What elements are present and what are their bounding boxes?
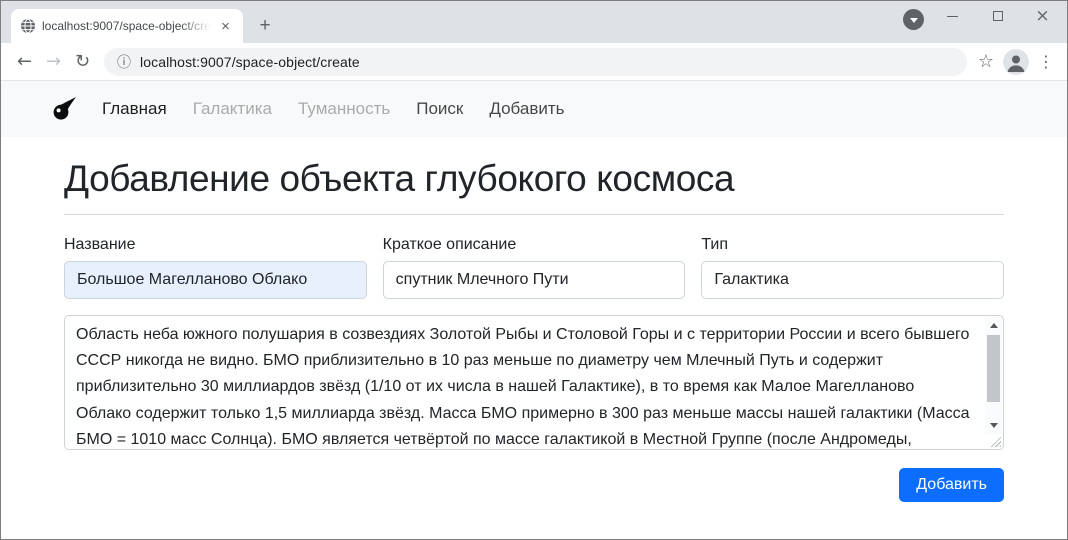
field-name: Название bbox=[64, 236, 367, 299]
scroll-up-button[interactable] bbox=[985, 318, 1002, 333]
browser-window: localhost:9007/space-object/crea × + × ←… bbox=[0, 0, 1068, 540]
page-title: Добавление объекта глубокого космоса bbox=[64, 158, 1004, 200]
tab-close-icon[interactable]: × bbox=[217, 18, 234, 35]
comet-logo-icon[interactable] bbox=[51, 95, 79, 123]
short-description-input[interactable] bbox=[383, 261, 686, 299]
minimize-icon bbox=[947, 16, 958, 17]
browser-update-icon[interactable] bbox=[903, 9, 924, 30]
field-short-description: Краткое описание bbox=[383, 236, 686, 299]
divider bbox=[64, 214, 1004, 215]
reload-button[interactable]: ↻ bbox=[68, 51, 97, 72]
minimize-button[interactable] bbox=[930, 1, 975, 31]
address-bar: ← → ↻ ⓘ localhost:9007/space-object/crea… bbox=[1, 43, 1067, 81]
type-label: Тип bbox=[701, 236, 1004, 254]
back-button[interactable]: ← bbox=[10, 51, 39, 72]
bookmark-star-icon[interactable]: ☆ bbox=[978, 51, 994, 72]
url-text: localhost:9007/space-object/create bbox=[140, 54, 360, 70]
info-icon[interactable]: ⓘ bbox=[117, 52, 131, 72]
browser-tab[interactable]: localhost:9007/space-object/crea × bbox=[11, 9, 243, 43]
submit-button[interactable]: Добавить bbox=[899, 468, 1004, 502]
window-controls: × bbox=[930, 1, 1065, 31]
description-textarea[interactable]: Область неба южного полушария в созвезди… bbox=[65, 316, 1003, 449]
nav-link-nebula[interactable]: Туманность bbox=[285, 99, 403, 119]
description-textarea-wrap: Область неба южного полушария в созвезди… bbox=[64, 315, 1004, 450]
scrollbar-thumb[interactable] bbox=[987, 335, 1000, 402]
textarea-scrollbar[interactable] bbox=[985, 317, 1002, 434]
maximize-icon bbox=[993, 11, 1003, 21]
triangle-up-icon bbox=[990, 323, 998, 328]
name-label: Название bbox=[64, 236, 367, 254]
browser-menu-icon[interactable]: ⋮ bbox=[1038, 52, 1054, 71]
nav-link-galaxy[interactable]: Галактика bbox=[180, 99, 285, 119]
profile-avatar[interactable] bbox=[1003, 49, 1029, 75]
type-input[interactable] bbox=[701, 261, 1004, 299]
tab-title: localhost:9007/space-object/crea bbox=[42, 19, 211, 33]
name-input[interactable] bbox=[64, 261, 367, 299]
form-actions: Добавить bbox=[64, 468, 1004, 502]
nav-link-home[interactable]: Главная bbox=[89, 99, 180, 119]
chevron-down-icon bbox=[910, 18, 918, 23]
scroll-down-button[interactable] bbox=[985, 418, 1002, 433]
globe-icon bbox=[20, 18, 36, 34]
url-input[interactable]: ⓘ localhost:9007/space-object/create bbox=[104, 48, 967, 76]
forward-button[interactable]: → bbox=[39, 51, 68, 72]
page-content: Добавление объекта глубокого космоса Наз… bbox=[1, 158, 1067, 502]
site-navbar: Главная Галактика Туманность Поиск Добав… bbox=[1, 81, 1067, 137]
close-icon: × bbox=[1035, 8, 1049, 25]
nav-link-add[interactable]: Добавить bbox=[476, 99, 577, 119]
new-tab-button[interactable]: + bbox=[251, 12, 279, 40]
nav-link-search[interactable]: Поиск bbox=[403, 99, 476, 119]
form-fields-row: Название Краткое описание Тип bbox=[64, 236, 1004, 299]
field-type: Тип bbox=[701, 236, 1004, 299]
maximize-button[interactable] bbox=[975, 1, 1020, 31]
triangle-down-icon bbox=[990, 423, 998, 428]
window-close-button[interactable]: × bbox=[1020, 1, 1065, 31]
short-description-label: Краткое описание bbox=[383, 236, 686, 254]
tab-strip: localhost:9007/space-object/crea × + × bbox=[1, 1, 1067, 43]
